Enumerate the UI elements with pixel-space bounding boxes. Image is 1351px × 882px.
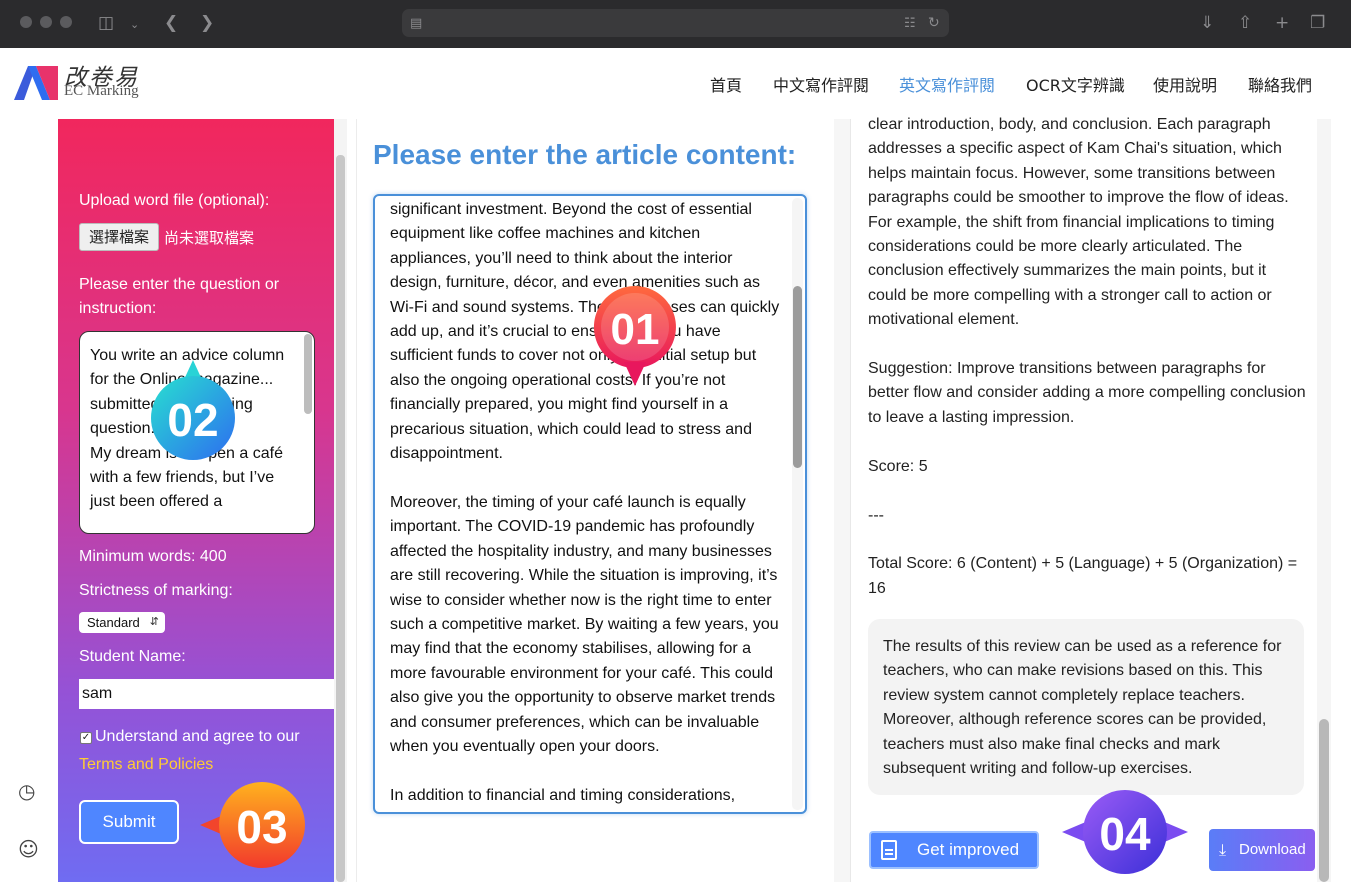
agree-label: Understand and agree to our bbox=[95, 728, 300, 745]
share-icon[interactable]: ⇧ bbox=[1238, 12, 1252, 34]
nav-english-writing[interactable]: 英文寫作評閱 bbox=[899, 72, 995, 96]
min-words-text: Minimum words: 400 bbox=[79, 548, 227, 565]
get-improved-label: Get improved bbox=[917, 840, 1020, 859]
question-scrollbar[interactable] bbox=[304, 334, 312, 414]
submit-button[interactable]: Submit bbox=[79, 800, 179, 844]
file-status-text: 尚未選取檔案 bbox=[164, 229, 255, 247]
strictness-label: Strictness of marking: bbox=[79, 582, 233, 599]
form-scrollbar[interactable] bbox=[336, 155, 345, 882]
reload-icon[interactable]: ↻ bbox=[928, 12, 940, 34]
step-badge-03: 03 bbox=[200, 782, 305, 868]
nav-home[interactable]: 首頁 bbox=[710, 72, 742, 96]
result-scrollbar[interactable] bbox=[1319, 719, 1329, 882]
strictness-value: Standard bbox=[87, 615, 140, 630]
nav-instructions[interactable]: 使用說明 bbox=[1153, 72, 1217, 96]
nav-contact[interactable]: 聯絡我們 bbox=[1248, 72, 1312, 96]
address-bar[interactable]: ▤ ☷ ↻ bbox=[402, 9, 949, 37]
chevron-updown-icon: ⇵ bbox=[149, 616, 159, 628]
tab-overview-icon[interactable]: ❐ bbox=[1310, 12, 1325, 34]
document-icon bbox=[881, 840, 897, 860]
review-text: clear introduction, body, and conclusion… bbox=[868, 116, 1306, 597]
article-scrollbar[interactable] bbox=[793, 286, 802, 468]
step-badge-04: 04 bbox=[1062, 790, 1188, 874]
choose-file-button[interactable]: 選擇檔案 bbox=[79, 223, 159, 251]
user-icon[interactable]: ☺ bbox=[18, 837, 39, 861]
question-label: Please enter the question or instruction… bbox=[79, 276, 280, 317]
site-header: 改卷易 EC Marking 首頁 中文寫作評閱 英文寫作評閱 OCR文字辨識 … bbox=[0, 48, 1351, 119]
logo-icon[interactable] bbox=[14, 62, 58, 100]
back-icon[interactable]: ❮ bbox=[164, 12, 178, 34]
download-icon: ⤓ bbox=[1219, 840, 1227, 859]
student-name-input[interactable]: sam bbox=[79, 679, 334, 709]
download-button[interactable]: ⤓ Download bbox=[1209, 829, 1315, 871]
history-icon[interactable]: ◷ bbox=[18, 779, 35, 803]
window-zoom-button[interactable] bbox=[60, 16, 72, 28]
disclaimer-box: The results of this review can be used a… bbox=[868, 619, 1304, 795]
badge-02-number: 02 bbox=[167, 394, 218, 446]
badge-04-number: 04 bbox=[1099, 808, 1151, 860]
student-name-label: Student Name: bbox=[79, 648, 186, 665]
panel-divider bbox=[834, 119, 850, 882]
result-panel: clear introduction, body, and conclusion… bbox=[850, 116, 1351, 882]
downloads-icon[interactable]: ⇓ bbox=[1200, 12, 1214, 34]
step-badge-01: 01 bbox=[593, 286, 676, 386]
get-improved-button[interactable]: Get improved bbox=[869, 831, 1039, 869]
sidebar-toggle-icon[interactable]: ◫ bbox=[98, 12, 114, 34]
upload-label: Upload word file (optional): bbox=[79, 192, 270, 209]
marking-form-panel: Upload word file (optional): 選擇檔案 尚未選取檔案… bbox=[58, 119, 334, 882]
agree-checkbox[interactable]: ✓ bbox=[80, 732, 92, 744]
nav-ocr[interactable]: OCR文字辨識 bbox=[1026, 72, 1125, 96]
article-text: significant investment. Beyond the cost … bbox=[390, 201, 780, 804]
strictness-select[interactable]: Standard ⇵ bbox=[79, 612, 165, 633]
forward-icon[interactable]: ❯ bbox=[200, 12, 214, 34]
terms-link[interactable]: Terms and Policies bbox=[79, 756, 213, 774]
download-label: Download bbox=[1239, 841, 1306, 858]
chevron-down-icon[interactable]: ⌄ bbox=[130, 14, 139, 36]
browser-toolbar: ◫ ⌄ ❮ ❯ ▤ ☷ ↻ ⇓ ⇧ + ❐ bbox=[0, 0, 1351, 48]
window-minimize-button[interactable] bbox=[40, 16, 52, 28]
article-panel: Please enter the article content: signif… bbox=[356, 119, 834, 882]
badge-03-number: 03 bbox=[236, 801, 287, 853]
logo-english-text: EC Marking bbox=[64, 83, 139, 99]
window-close-button[interactable] bbox=[20, 16, 32, 28]
nav-chinese-writing[interactable]: 中文寫作評閱 bbox=[773, 72, 869, 96]
left-sidebar: ◷ ☺ bbox=[0, 119, 58, 882]
article-textarea[interactable]: significant investment. Beyond the cost … bbox=[373, 194, 807, 814]
badge-01-number: 01 bbox=[611, 305, 660, 354]
article-title: Please enter the article content: bbox=[373, 139, 797, 170]
reader-icon[interactable]: ▤ bbox=[410, 13, 422, 35]
translate-icon[interactable]: ☷ bbox=[904, 13, 916, 35]
new-tab-icon[interactable]: + bbox=[1275, 12, 1289, 34]
step-badge-02: 02 bbox=[151, 360, 235, 460]
